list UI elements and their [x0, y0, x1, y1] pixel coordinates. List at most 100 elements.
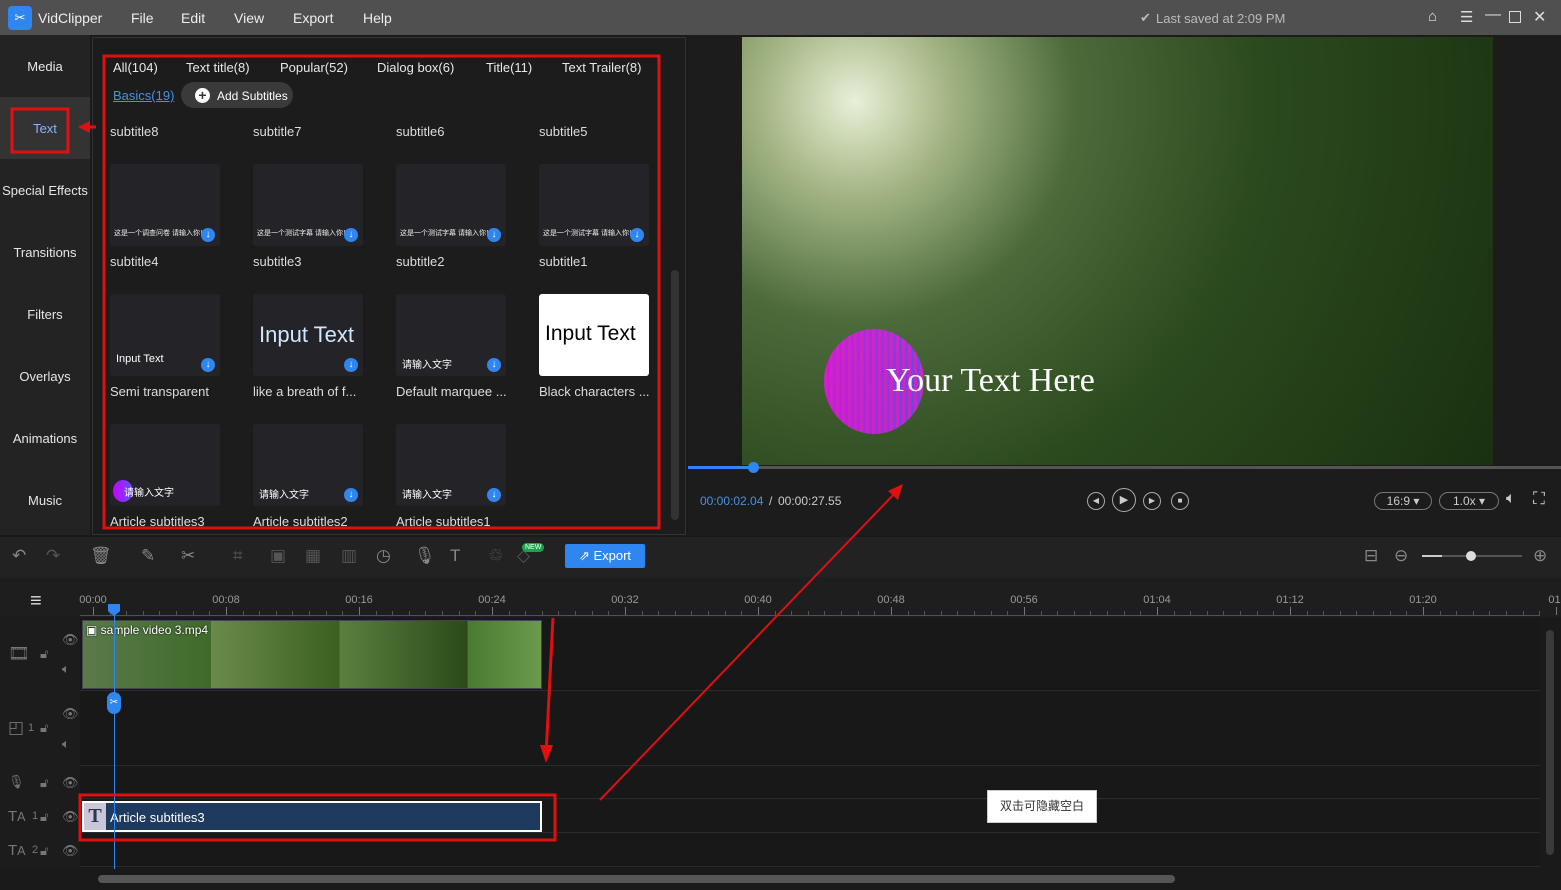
eye-icon[interactable]: 👁︎	[62, 706, 79, 722]
sidebar-item-filters[interactable]: Filters	[0, 307, 90, 322]
template-caption[interactable]: subtitle2	[396, 254, 444, 269]
template-caption[interactable]: Default marquee ...	[396, 384, 507, 399]
template-caption[interactable]: Article subtitles3	[110, 514, 205, 529]
add-track-icon[interactable]: ≡	[30, 590, 42, 613]
lock-icon[interactable]: 🔓︎	[40, 809, 48, 825]
download-icon[interactable]: ↓	[487, 228, 501, 242]
zoom-slider[interactable]	[1422, 551, 1522, 561]
text-to-speech-icon[interactable]: T	[450, 546, 460, 566]
download-icon[interactable]: ↓	[487, 358, 501, 372]
zoom-in-icon[interactable]: ⊕	[1533, 546, 1547, 566]
template-thumbnail[interactable]: Input Text	[539, 294, 649, 376]
template-thumbnail[interactable]: 请输入文字 ↓	[253, 424, 363, 506]
minimize-icon[interactable]: —	[1485, 6, 1501, 24]
crop-icon[interactable]: ⌗	[233, 546, 243, 566]
hamburger-menu-icon[interactable]: ☰	[1460, 8, 1473, 26]
redo-icon[interactable]: ↷	[46, 546, 60, 566]
next-frame-icon[interactable]: ▶	[1143, 492, 1161, 510]
eye-icon[interactable]: 👁︎	[62, 809, 79, 825]
download-icon[interactable]: ↓	[630, 228, 644, 242]
video-clip[interactable]: ▣ sample video 3.mp4	[82, 620, 542, 689]
speed-select[interactable]: 1.0x ▾	[1439, 492, 1499, 510]
speaker-icon[interactable]: 🔈︎	[62, 661, 70, 677]
template-thumbnail[interactable]: 请输入文字 ↓	[396, 424, 506, 506]
download-icon[interactable]: ↓	[201, 358, 215, 372]
template-caption[interactable]: Black characters ...	[539, 384, 650, 399]
template-caption[interactable]: Article subtitles1	[396, 514, 491, 529]
sidebar-item-music[interactable]: Music	[0, 493, 90, 508]
record-mic-icon[interactable]: 🎙︎	[414, 546, 436, 566]
prev-frame-icon[interactable]: ◀	[1087, 492, 1105, 510]
delete-icon[interactable]: 🗑︎	[90, 546, 112, 566]
tab-text-title[interactable]: Text title(8)	[186, 60, 250, 75]
lock-icon[interactable]: 🔓︎	[40, 646, 48, 662]
export-button[interactable]: ⇗ Export	[565, 544, 645, 568]
sidebar-item-special-effects[interactable]: Special Effects	[0, 183, 90, 198]
template-caption[interactable]: subtitle5	[539, 124, 587, 139]
template-caption[interactable]: Semi transparent	[110, 384, 209, 399]
lock-icon[interactable]: 🔓︎	[40, 720, 48, 736]
zoom-slider-handle[interactable]	[1466, 551, 1476, 561]
edit-icon[interactable]: ✎	[141, 546, 155, 566]
template-thumbnail[interactable]: Input Text ↓	[253, 294, 363, 376]
volume-icon[interactable]: 🔈︎	[1506, 490, 1516, 508]
freeze-frame-icon[interactable]: ▦	[305, 546, 321, 566]
horizontal-scrollbar[interactable]	[85, 873, 1535, 885]
speaker-icon[interactable]: 🔈︎	[62, 736, 70, 752]
tab-text-trailer[interactable]: Text Trailer(8)	[562, 60, 641, 75]
video-preview[interactable]: Your Text Here	[742, 37, 1493, 465]
mosaic-icon[interactable]: ▣	[270, 546, 286, 566]
subtab-basics[interactable]: Basics(19)	[113, 88, 174, 103]
audio-icon[interactable]: ▥	[341, 546, 357, 566]
split-scissors-icon[interactable]: ✂	[107, 692, 121, 714]
template-thumbnail[interactable]: 请输入文字 ↓	[396, 294, 506, 376]
download-icon[interactable]: ↓	[201, 228, 215, 242]
download-icon[interactable]: ↓	[344, 358, 358, 372]
template-thumbnail[interactable]: Input Text ↓	[110, 294, 220, 376]
playhead[interactable]	[114, 607, 115, 869]
template-caption[interactable]: subtitle4	[110, 254, 158, 269]
template-caption[interactable]: Article subtitles2	[253, 514, 348, 529]
template-thumbnail[interactable]: 这是一个测试字幕 请输入你自己的文字↓	[396, 164, 506, 246]
progress-handle[interactable]	[747, 462, 759, 473]
sidebar-item-overlays[interactable]: Overlays	[0, 369, 90, 384]
template-caption[interactable]: subtitle1	[539, 254, 587, 269]
sidebar-item-media[interactable]: Media	[0, 59, 90, 74]
fullscreen-icon[interactable]: ⛶	[1533, 489, 1545, 509]
zoom-out-icon[interactable]: ⊖	[1394, 546, 1408, 566]
template-caption[interactable]: subtitle6	[396, 124, 444, 139]
template-caption[interactable]: subtitle8	[110, 124, 158, 139]
sidebar-item-transitions[interactable]: Transitions	[0, 245, 90, 260]
eye-icon[interactable]: 👁︎	[62, 843, 79, 859]
template-thumbnail[interactable]: 这是一个测试字幕 请输入你自己的文字↓	[253, 164, 363, 246]
vertical-scrollbar[interactable]	[1544, 618, 1556, 868]
overlay-text[interactable]: Your Text Here	[886, 362, 1095, 400]
menu-edit[interactable]: Edit	[181, 10, 205, 26]
tab-dialog-box[interactable]: Dialog box(6)	[377, 60, 454, 75]
tab-popular[interactable]: Popular(52)	[280, 60, 348, 75]
text-clip[interactable]: T Article subtitles3	[82, 801, 542, 832]
download-icon[interactable]: ↓	[344, 488, 358, 502]
template-caption[interactable]: subtitle7	[253, 124, 301, 139]
close-icon[interactable]: ✕	[1533, 7, 1546, 27]
cut-icon[interactable]: ✂	[181, 546, 195, 566]
sidebar-item-text[interactable]: Text	[0, 121, 90, 136]
maximize-icon[interactable]	[1509, 11, 1521, 23]
sidebar-item-animations[interactable]: Animations	[0, 431, 90, 446]
template-thumbnail[interactable]: 这是一个调查问卷 请输入你自己的文字↓	[110, 164, 220, 246]
home-icon[interactable]: ⌂	[1428, 8, 1437, 25]
download-icon[interactable]: ↓	[344, 228, 358, 242]
lock-icon[interactable]: 🔓︎	[40, 775, 48, 791]
stop-icon[interactable]: ■	[1171, 492, 1189, 510]
fit-timeline-icon[interactable]: ⊟	[1364, 546, 1378, 566]
duration-clock-icon[interactable]: ◷	[376, 546, 391, 566]
tab-title[interactable]: Title(11)	[486, 60, 532, 75]
tab-all[interactable]: All(104)	[113, 60, 158, 75]
menu-file[interactable]: File	[131, 10, 154, 26]
menu-view[interactable]: View	[234, 10, 264, 26]
download-icon[interactable]: ↓	[487, 488, 501, 502]
play-icon[interactable]: ▶	[1112, 488, 1136, 512]
add-subtitles-button[interactable]: + Add Subtitles	[181, 82, 293, 108]
template-thumbnail[interactable]: 请输入文字	[110, 424, 220, 506]
lock-icon[interactable]: 🔓︎	[40, 843, 48, 859]
